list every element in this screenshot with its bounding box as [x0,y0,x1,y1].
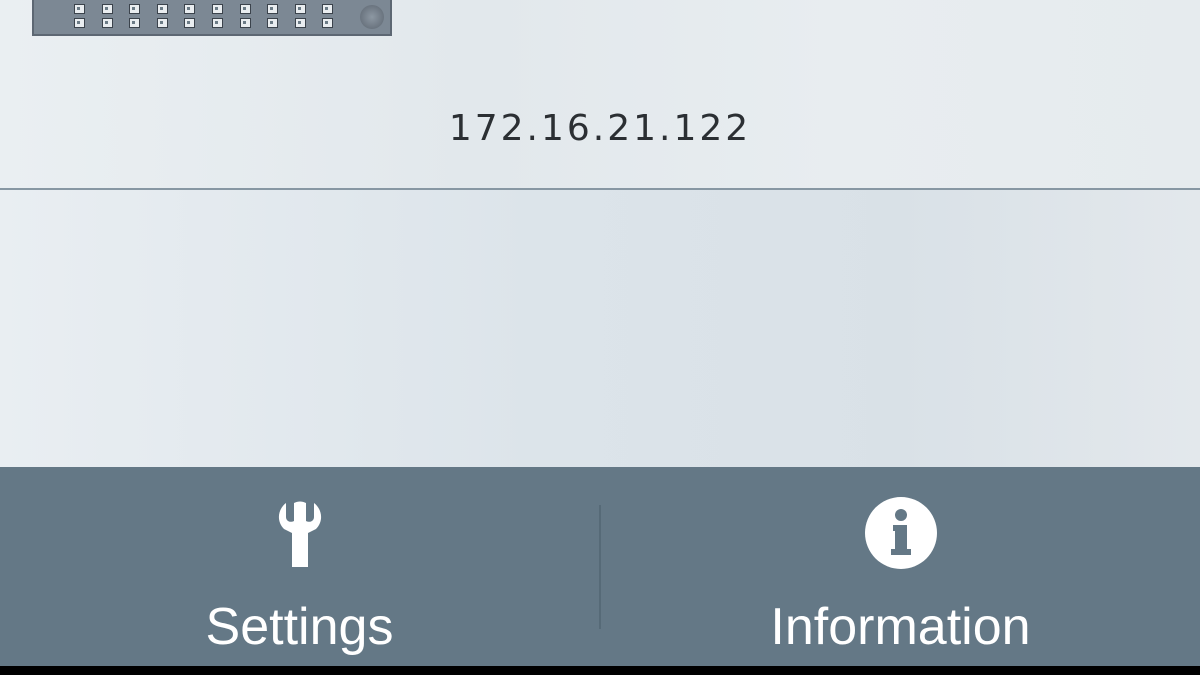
port [212,18,223,28]
port [267,18,279,28]
settings-label: Settings [205,598,394,656]
port [101,18,113,28]
information-label: Information [770,598,1031,656]
app-screen: 172.16.21.122 Settings Information [0,0,1200,675]
settings-button[interactable]: Settings [0,467,599,666]
port [239,18,251,28]
header-divider [0,188,1200,190]
port [74,4,85,14]
port [267,4,279,14]
port [322,4,334,14]
port [184,4,196,14]
port [294,4,306,14]
port [101,4,113,14]
switch-ports [74,4,344,30]
device-knob [360,5,384,29]
port [74,18,85,28]
port [156,4,168,14]
bottom-action-bar: Settings Information [0,467,1200,666]
port [294,18,306,28]
port [129,18,141,28]
port [184,18,196,28]
port [239,4,251,14]
device-ip-address: 172.16.21.122 [448,108,752,149]
port [129,4,141,14]
switch-device-image [32,0,392,36]
port [212,4,223,14]
wrench-icon [278,501,321,567]
port [156,18,168,28]
information-button[interactable]: Information [601,467,1200,666]
device-header: 172.16.21.122 [0,0,1200,189]
system-bar-edge [0,666,1200,675]
info-icon [864,497,937,569]
port [322,18,334,28]
